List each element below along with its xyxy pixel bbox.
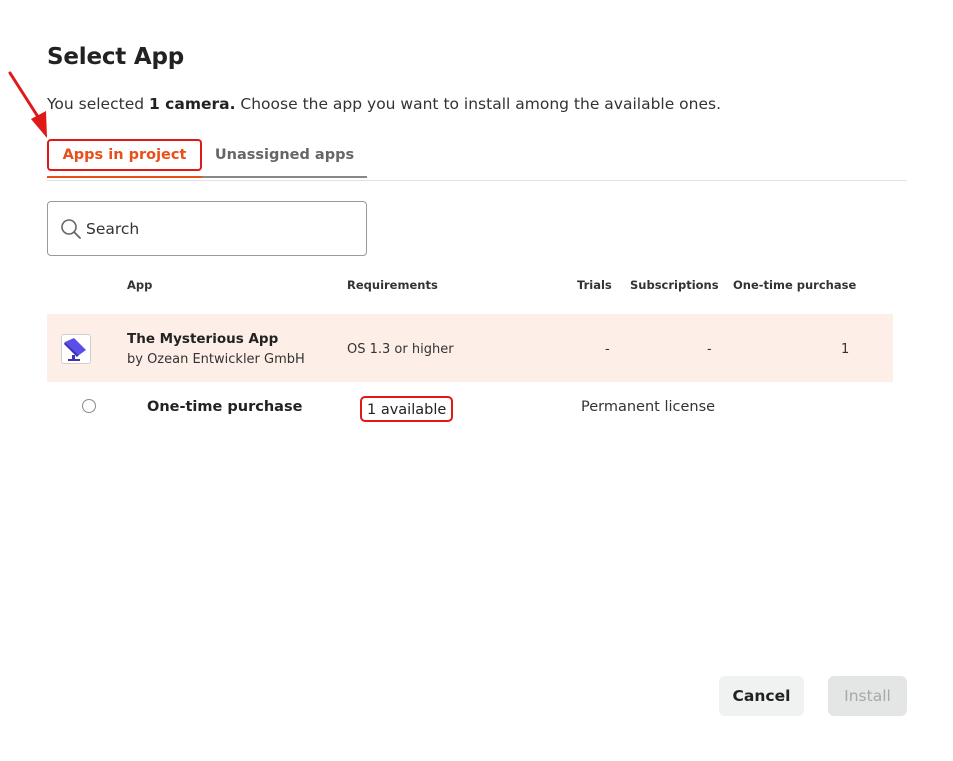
app-requirements: OS 1.3 or higher — [347, 342, 454, 357]
app-one-time-purchase: 1 — [841, 342, 850, 357]
dialog-subtitle: You selected 1 camera. Choose the app yo… — [47, 95, 721, 113]
column-header-subscriptions: Subscriptions — [630, 278, 719, 292]
column-header-one-time-purchase: One-time purchase — [733, 278, 857, 292]
dialog-title: Select App — [47, 44, 185, 70]
tab-apps-in-project[interactable]: Apps in project — [47, 138, 202, 178]
license-name: One-time purchase — [147, 399, 303, 415]
tab-label: Apps in project — [62, 147, 187, 163]
column-header-requirements: Requirements — [347, 278, 438, 292]
column-header-trials: Trials — [577, 278, 612, 292]
subtitle-suffix: Choose the app you want to install among… — [235, 95, 722, 113]
tab-label: Unassigned apps — [214, 147, 355, 163]
table-row-app[interactable]: The Mysterious App by Ozean Entwickler G… — [47, 314, 893, 382]
app-trials: - — [605, 342, 610, 357]
app-name: The Mysterious App — [127, 331, 279, 347]
license-type: Permanent license — [581, 399, 716, 415]
subtitle-selection-count: 1 camera. — [149, 95, 236, 113]
app-vendor: by Ozean Entwickler GmbH — [127, 352, 305, 367]
license-radio[interactable] — [82, 399, 96, 413]
column-header-app: App — [127, 278, 153, 292]
camera-app-icon — [61, 334, 91, 364]
subtitle-prefix: You selected — [47, 95, 149, 113]
annotation-arrow-icon — [8, 71, 47, 138]
tab-bar: Apps in project Unassigned apps — [47, 138, 907, 181]
app-subscriptions: - — [707, 342, 712, 357]
search-input[interactable] — [86, 214, 356, 244]
cancel-button[interactable]: Cancel — [719, 676, 804, 716]
license-availability: 1 available — [360, 396, 454, 422]
search-icon — [61, 219, 81, 239]
search-box[interactable] — [47, 201, 367, 256]
install-button[interactable]: Install — [828, 676, 907, 716]
tab-unassigned-apps[interactable]: Unassigned apps — [202, 138, 367, 178]
